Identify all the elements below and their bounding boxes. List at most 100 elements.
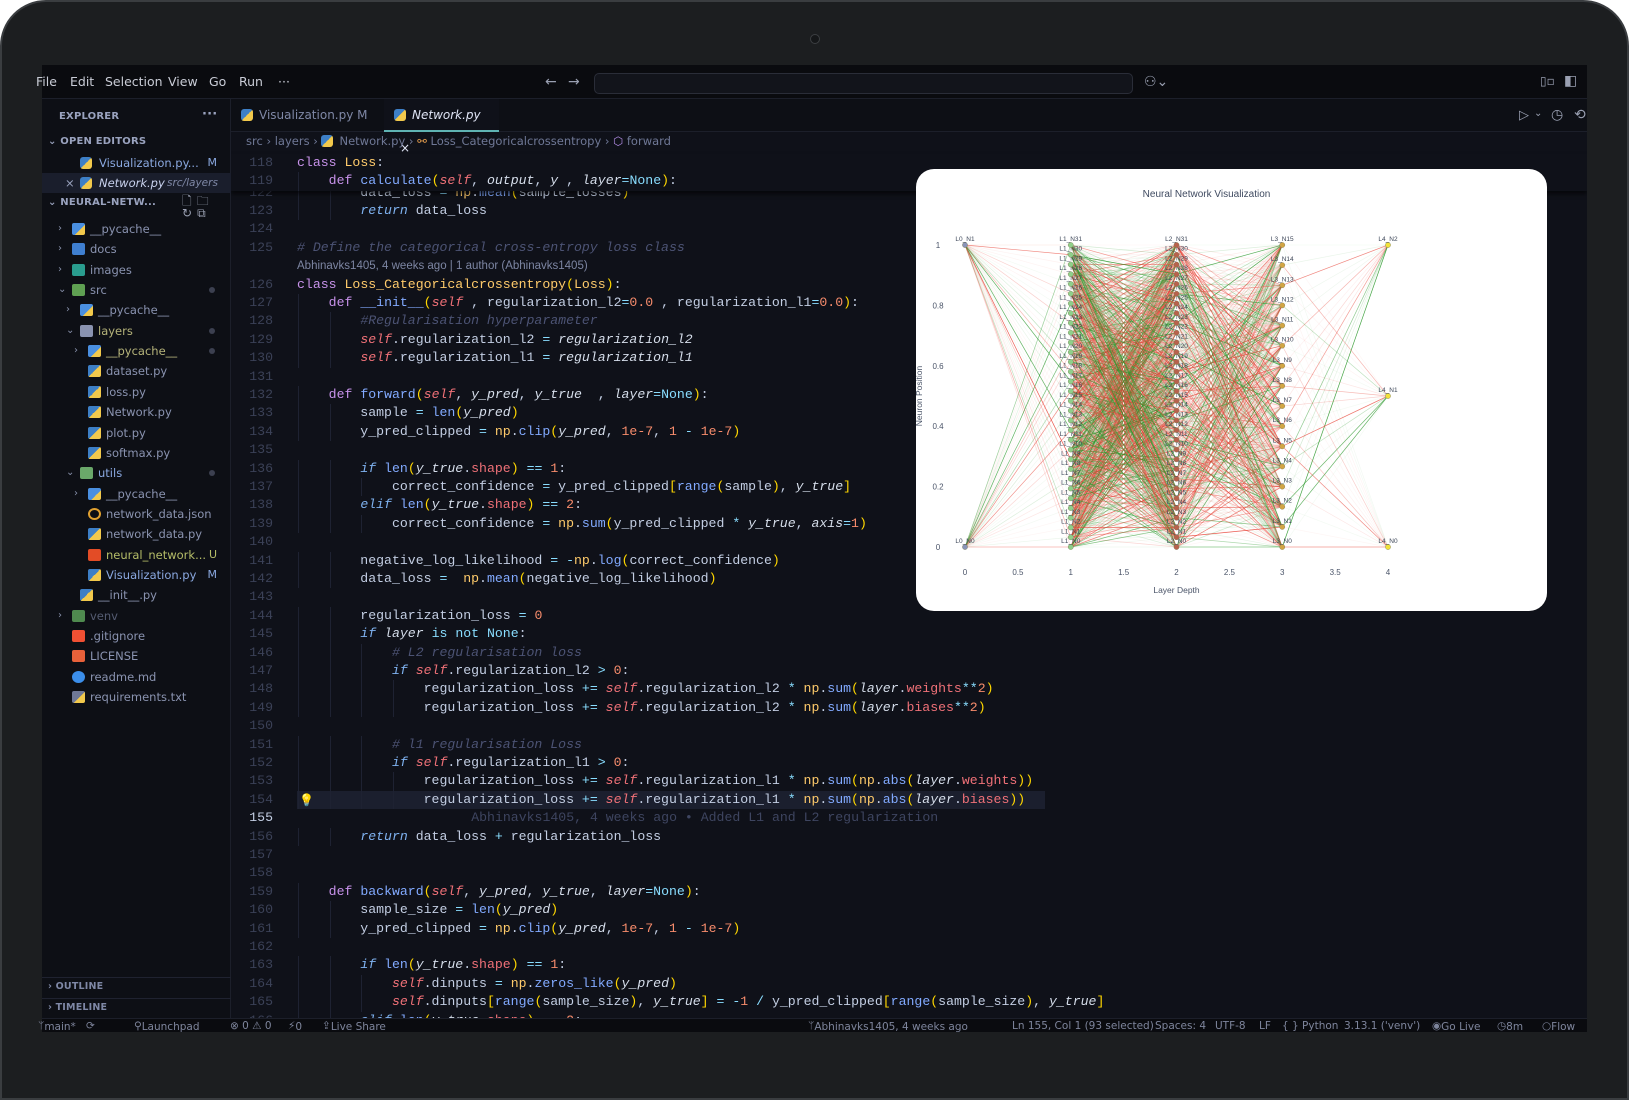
code-line[interactable]: if self.regularization_l2 > 0:: [297, 662, 629, 680]
refresh-icon[interactable]: ↻: [182, 206, 197, 220]
tree-item[interactable]: › __pycache__: [42, 219, 231, 239]
git-blame-codelens[interactable]: Abhinavks1405, 4 weeks ago | 1 author (A…: [297, 257, 588, 275]
code-line[interactable]: # Define the categorical cross-entropy l…: [297, 239, 685, 257]
tree-item[interactable]: network_data.json: [42, 504, 231, 524]
tab-network[interactable]: Network.py ×: [384, 99, 499, 155]
code-line[interactable]: class Loss:: [297, 154, 384, 172]
indentation-status[interactable]: Spaces: 4: [1155, 1020, 1206, 1032]
tree-item[interactable]: loss.py: [42, 382, 231, 402]
code-line[interactable]: def backward(self, y_pred, y_true, layer…: [297, 883, 701, 901]
eol-status[interactable]: LF: [1259, 1020, 1271, 1032]
close-icon[interactable]: ×: [65, 173, 75, 193]
tree-item[interactable]: plot.py: [42, 423, 231, 443]
layout-icon[interactable]: ▯▫: [1540, 75, 1555, 87]
tree-item[interactable]: ⌄ utils: [42, 463, 231, 483]
tree-item[interactable]: ⌄ src: [42, 280, 231, 300]
code-line[interactable]: if self.regularization_l1 > 0:: [297, 754, 629, 772]
code-line[interactable]: #Regularisation hyperparameter: [297, 312, 597, 330]
menu-run[interactable]: Run: [239, 74, 263, 89]
back-arrow-icon[interactable]: ←: [545, 75, 557, 89]
code-line[interactable]: regularization_loss = 0: [297, 607, 542, 625]
menu-file[interactable]: File: [36, 74, 57, 89]
tree-item[interactable]: network_data.py: [42, 524, 231, 544]
breadcrumb-class[interactable]: Loss_Categoricalcrossentropy: [430, 134, 601, 148]
breadcrumb-src[interactable]: src: [246, 134, 263, 148]
tree-item[interactable]: ⌄ layers: [42, 321, 231, 341]
interpreter-status[interactable]: 3.13.1 ('venv'): [1344, 1020, 1420, 1032]
toggle-sidebar-icon[interactable]: ◧: [1564, 74, 1577, 88]
code-line[interactable]: class Loss_Categoricalcrossentropy(Loss)…: [297, 276, 622, 294]
encoding-status[interactable]: UTF-8: [1215, 1020, 1246, 1032]
code-line[interactable]: regularization_loss += self.regularizati…: [297, 791, 1026, 809]
menu-selection[interactable]: Selection: [105, 74, 163, 89]
code-line[interactable]: return data_loss: [297, 202, 487, 220]
code-line[interactable]: self.regularization_l2 = regularization_…: [297, 331, 692, 349]
code-line[interactable]: self.regularization_l1 = regularization_…: [297, 349, 692, 367]
timeline-section[interactable]: › TIMELINE: [48, 1002, 107, 1013]
cursor-position[interactable]: Ln 155, Col 1 (93 selected): [1012, 1020, 1154, 1032]
open-editors-header[interactable]: ⌄ OPEN EDITORS: [48, 136, 146, 147]
code-line[interactable]: regularization_loss += self.regularizati…: [297, 699, 986, 717]
code-line[interactable]: correct_confidence = np.sum(y_pred_clipp…: [297, 515, 867, 533]
tree-item[interactable]: › images: [42, 260, 231, 280]
launchpad-status[interactable]: ⚲ Launchpad: [134, 1020, 200, 1033]
menu-more[interactable]: ···: [278, 74, 290, 89]
tree-item[interactable]: › __pycache__: [42, 341, 231, 361]
copilot-icon[interactable]: ⚇⌄: [1144, 75, 1168, 89]
tree-item[interactable]: neural_network... U: [42, 545, 231, 565]
git-blame-status[interactable]: ᛘ Abhinavks1405, 4 weeks ago: [808, 1020, 968, 1033]
code-line[interactable]: # L2 regularisation loss: [297, 644, 582, 662]
forward-arrow-icon[interactable]: →: [568, 75, 580, 89]
open-editor-item[interactable]: Visualization.py... M: [42, 153, 231, 173]
menu-edit[interactable]: Edit: [70, 74, 94, 89]
project-header[interactable]: ⌄ NEURAL-NETW...: [48, 197, 156, 208]
open-editor-item-active[interactable]: × Network.py src/layers: [42, 173, 231, 193]
tree-item[interactable]: .gitignore: [42, 626, 231, 646]
breadcrumb-layers[interactable]: layers: [275, 134, 310, 148]
code-line[interactable]: sample = len(y_pred): [297, 404, 518, 422]
chevron-down-icon[interactable]: ⌄: [1534, 109, 1542, 119]
code-line[interactable]: self.dinputs[range(sample_size), y_true]…: [297, 993, 1104, 1011]
tree-item[interactable]: readme.md: [42, 667, 231, 687]
code-line[interactable]: regularization_loss += self.regularizati…: [297, 680, 994, 698]
timeline-history-icon[interactable]: ◷: [1551, 108, 1563, 122]
live-share-status[interactable]: ⇪ Live Share: [322, 1020, 386, 1033]
language-status[interactable]: { } Python: [1282, 1020, 1338, 1032]
code-line[interactable]: correct_confidence = y_pred_clipped[rang…: [297, 478, 851, 496]
code-line[interactable]: elif len(y_true.shape) == 2:: [297, 496, 582, 514]
flow-status[interactable]: ○ Flow: [1542, 1020, 1575, 1033]
menu-view[interactable]: View: [168, 74, 198, 89]
code-line[interactable]: if len(y_true.shape) == 1:: [297, 956, 566, 974]
go-live-button[interactable]: ◉ Go Live: [1432, 1020, 1481, 1033]
code-line[interactable]: # l1 regularisation Loss: [297, 736, 582, 754]
tree-item[interactable]: __init__.py: [42, 585, 231, 605]
code-line[interactable]: negative_log_likelihood = -np.log(correc…: [297, 552, 780, 570]
code-line[interactable]: regularization_loss += self.regularizati…: [297, 772, 1034, 790]
run-icon[interactable]: ▷: [1519, 109, 1529, 122]
tree-item[interactable]: LICENSE: [42, 646, 231, 666]
code-line[interactable]: y_pred_clipped = np.clip(y_pred, 1e-7, 1…: [297, 423, 740, 441]
ports-status[interactable]: ⚡ 0: [288, 1020, 302, 1033]
menu-go[interactable]: Go: [209, 74, 226, 89]
tree-item[interactable]: › venv: [42, 606, 231, 626]
code-line[interactable]: y_pred_clipped = np.clip(y_pred, 1e-7, 1…: [297, 920, 740, 938]
tab-visualization[interactable]: Visualization.py M: [241, 99, 368, 132]
collapse-all-icon[interactable]: ⧉: [197, 206, 211, 220]
explorer-actions[interactable]: 🗋🗀↻⧉: [182, 195, 230, 219]
tree-item[interactable]: softmax.py: [42, 443, 231, 463]
code-line[interactable]: if layer is not None:: [297, 625, 526, 643]
code-line[interactable]: def calculate(self, output, y , layer=No…: [297, 172, 677, 190]
tree-item[interactable]: Visualization.py M: [42, 565, 231, 585]
code-line[interactable]: return data_loss + regularization_loss: [297, 828, 661, 846]
timer-status[interactable]: ◷ 8m: [1497, 1020, 1523, 1033]
code-line[interactable]: data_loss = np.mean(negative_log_likelih…: [297, 570, 716, 588]
command-center-search[interactable]: [594, 73, 1133, 94]
breadcrumb-file[interactable]: Network.py: [339, 134, 405, 148]
code-line[interactable]: def __init__(self , regularization_l2=0.…: [297, 294, 859, 312]
tree-item[interactable]: dataset.py: [42, 361, 231, 381]
sync-icon[interactable]: ⟳: [86, 1020, 95, 1032]
explorer-more-button[interactable]: ···: [202, 107, 217, 122]
tree-item[interactable]: › __pycache__: [42, 484, 231, 504]
code-line[interactable]: sample_size = len(y_pred): [297, 901, 558, 919]
breadcrumb-method[interactable]: forward: [627, 134, 671, 148]
